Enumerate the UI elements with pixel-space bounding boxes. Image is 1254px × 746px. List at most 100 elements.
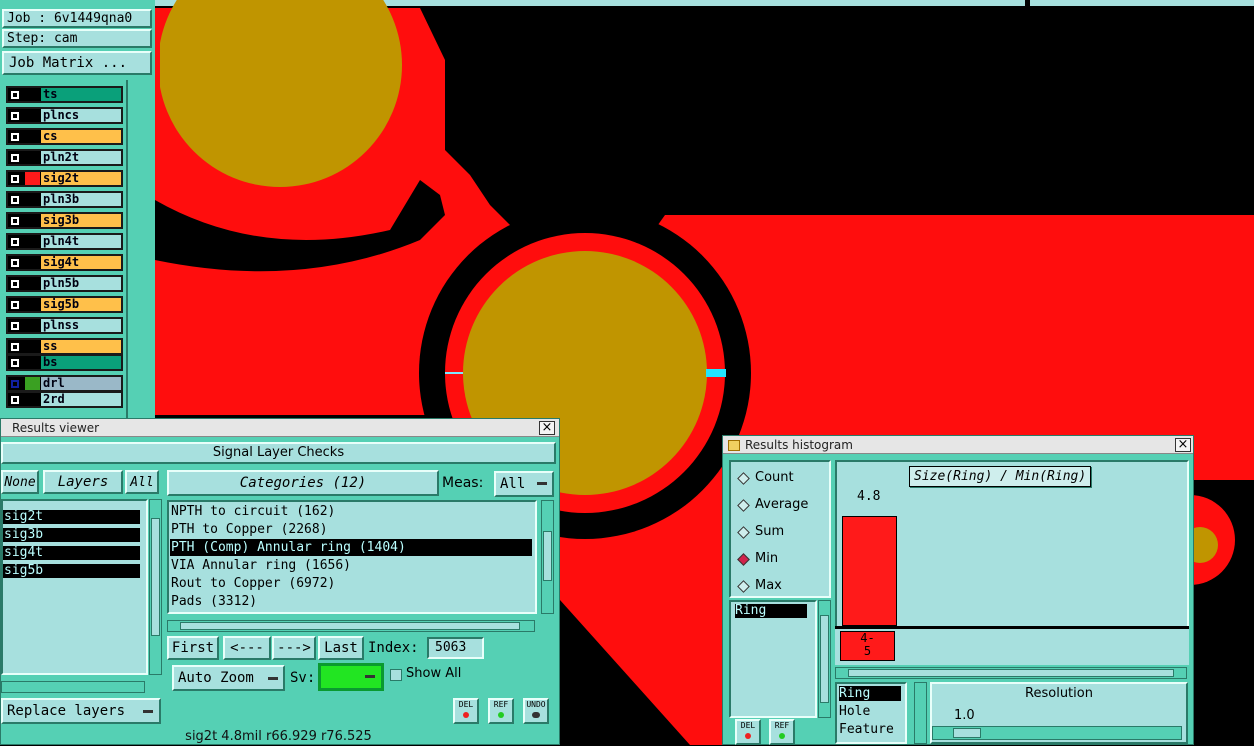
layer-checkbox[interactable] [10,358,20,368]
resolution-label: Resolution [1025,686,1093,701]
layer-row-plncs[interactable]: plncs [6,107,123,124]
replace-layers-label: Replace layers [7,703,126,719]
layer-row-plnss[interactable]: plnss [6,317,123,334]
layer-checkbox[interactable] [10,258,20,268]
radio-average[interactable] [737,499,750,512]
layer-row-2rd[interactable]: 2rd [6,391,123,408]
field-scrollbar[interactable] [818,600,831,718]
layer-row-sig3b[interactable]: sig3b [6,212,123,229]
result-layer-item[interactable]: sig3b [3,528,140,542]
x-field-item[interactable]: Hole [839,704,901,719]
category-item[interactable]: Pads (3312) [170,593,532,610]
meas-dropdown[interactable]: All [494,471,554,497]
layer-list-scrollbar[interactable] [149,499,162,675]
layer-color-swatch [25,235,40,248]
layer-scrollbar[interactable] [126,80,153,418]
layer-color-swatch [25,356,40,369]
index-input[interactable]: 5063 [427,637,484,659]
layer-row-pln5b[interactable]: pln5b [6,275,123,292]
layer-checkbox[interactable] [10,153,20,163]
layer-checkbox[interactable] [10,279,20,289]
radio-min[interactable] [737,553,750,566]
category-item[interactable]: PTH to Copper (2268) [170,521,532,538]
category-item[interactable]: VIA Annular ring (1656) [170,557,532,574]
reference-icon[interactable]: REF [488,698,514,724]
radio-count[interactable] [737,472,750,485]
layer-checkbox[interactable] [10,90,20,100]
layer-checkbox[interactable] [10,195,20,205]
delete-icon[interactable]: DEL [735,719,761,745]
measure-marker [706,369,726,377]
show-all-checkbox[interactable] [390,669,402,681]
field-item[interactable]: Ring [735,604,807,618]
auto-zoom-dropdown[interactable]: Auto Zoom [172,665,285,691]
delete-icon[interactable]: DEL [453,698,479,724]
mode-label: Min [755,551,779,566]
x-field-scrollbar[interactable] [914,682,927,744]
radio-sum[interactable] [737,526,750,539]
layer-row-bs[interactable]: bs [6,354,123,371]
layer-checkbox[interactable] [10,237,20,247]
layer-row-ts[interactable]: ts [6,86,123,103]
layer-checkbox[interactable] [10,132,20,142]
none-button[interactable]: None [1,470,39,494]
layer-row-pln2t[interactable]: pln2t [6,149,123,166]
layer-list-hscrollbar[interactable] [1,681,145,693]
undo-icon[interactable]: UNDO [523,698,549,724]
layer-checkbox[interactable] [10,111,20,121]
layer-name: bs [41,356,121,369]
histogram-chart: Size(Ring) / Min(Ring) 4.8 [835,460,1189,628]
replace-layers-dropdown[interactable]: Replace layers [1,698,161,724]
category-item[interactable]: NPTH to circuit (162) [170,503,532,520]
index-label: Index: [368,640,419,656]
close-icon[interactable]: × [1175,438,1191,452]
layer-checkbox[interactable] [10,395,20,405]
layer-row-sig4t[interactable]: sig4t [6,254,123,271]
first-button[interactable]: First [167,636,219,660]
layer-checkbox[interactable] [10,342,20,352]
x-field-item[interactable]: Ring [839,686,901,701]
x-field-item[interactable]: Feature [839,722,901,737]
layers-button[interactable]: Layers [43,470,123,494]
bin-label[interactable]: 4- 5 [840,631,895,661]
category-item[interactable]: Rout to Copper (6972) [170,575,532,592]
reference-icon[interactable]: REF [769,719,795,745]
layer-row-sig5b[interactable]: sig5b [6,296,123,313]
job-matrix-button[interactable]: Job Matrix ... [2,51,152,75]
sv-color-dropdown[interactable] [318,663,384,691]
layer-row-drl[interactable]: drl [6,375,123,392]
layer-row-pln3b[interactable]: pln3b [6,191,123,208]
layer-checkbox[interactable] [10,379,20,389]
histogram-bar[interactable] [842,516,897,626]
layer-row-pln4t[interactable]: pln4t [6,233,123,250]
layer-row-cs[interactable]: cs [6,128,123,145]
layer-checkbox[interactable] [10,300,20,310]
category-item[interactable]: PTH (Comp) Annular ring (1404) [170,539,532,556]
bar-value-label: 4.8 [857,489,881,504]
resolution-group: Resolution 1.0 [930,682,1188,744]
layer-checkbox[interactable] [10,321,20,331]
window-icon [728,440,740,451]
resolution-slider[interactable] [932,726,1182,740]
histogram-hscrollbar[interactable] [835,667,1187,679]
radio-max[interactable] [737,580,750,593]
result-layer-item[interactable]: sig5b [3,564,140,578]
results-viewer-title: Results viewer [1,419,559,437]
result-layer-item[interactable]: sig2t [3,510,140,524]
close-icon[interactable]: × [539,421,555,435]
last-button[interactable]: Last [318,636,364,660]
all-layers-button[interactable]: All [125,470,159,494]
prev-button[interactable]: <--- [223,636,271,660]
categories-button[interactable]: Categories (12) [167,470,439,496]
layer-checkbox[interactable] [10,174,20,184]
mode-group: Count Average Sum Min Max [729,460,831,598]
category-scrollbar[interactable] [541,500,554,614]
layer-row-ss[interactable]: ss [6,338,123,355]
result-layer-item[interactable]: sig4t [3,546,140,560]
meas-value: All [500,476,526,492]
layer-name: sig3b [41,214,121,227]
layer-checkbox[interactable] [10,216,20,226]
next-button[interactable]: ---> [272,636,316,660]
layer-row-sig2t[interactable]: sig2t [6,170,123,187]
category-hscrollbar[interactable] [167,620,535,632]
